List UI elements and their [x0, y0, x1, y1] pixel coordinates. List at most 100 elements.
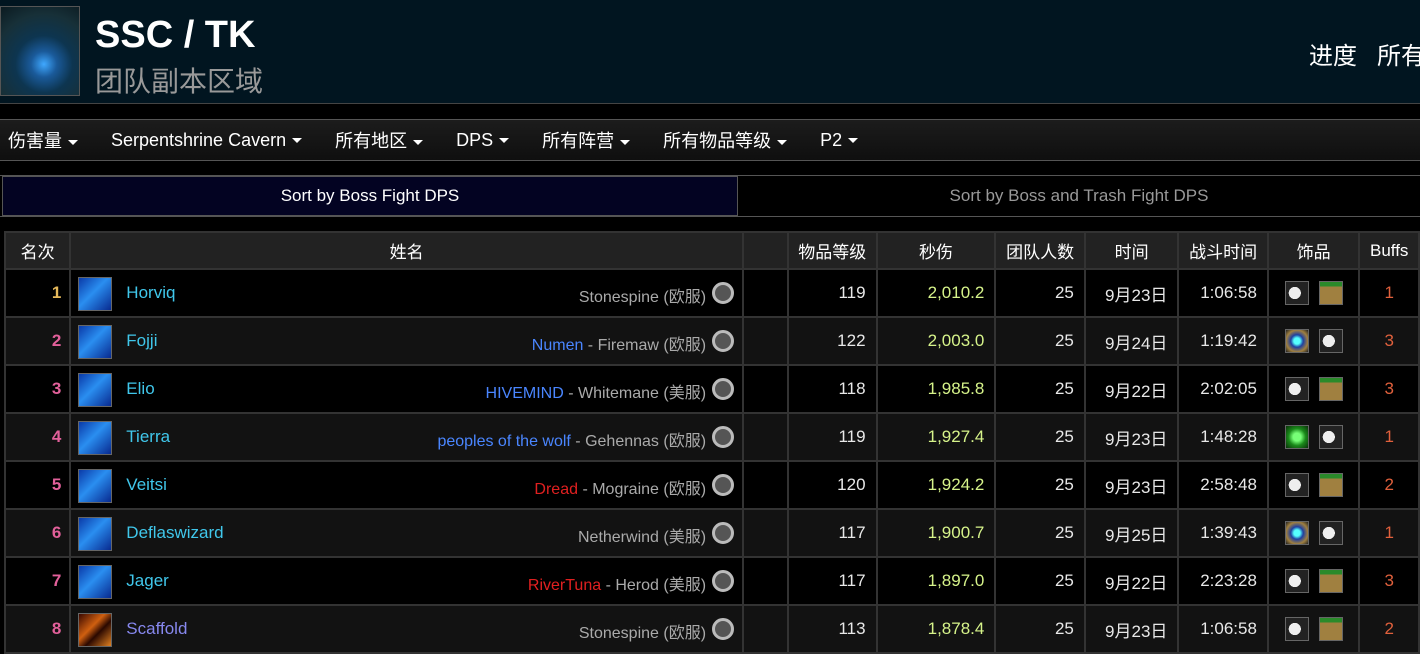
guild-link[interactable]: Numen — [532, 337, 584, 354]
realm-name[interactable]: Stonespine (欧服) — [579, 289, 706, 306]
player-name-link[interactable]: Horviq — [126, 283, 175, 303]
realm-name[interactable]: Firemaw (欧服) — [598, 337, 706, 354]
header-duration[interactable]: 战斗时间 — [1177, 231, 1269, 270]
mage-class-icon — [78, 421, 113, 455]
caret-down-icon — [777, 139, 788, 145]
header-buffs[interactable]: Buffs — [1358, 231, 1420, 270]
region-dropdown[interactable]: 所有地区 — [335, 127, 424, 153]
rank: 2 — [3, 316, 72, 366]
faction-dropdown[interactable]: 所有阵营 — [542, 127, 631, 153]
phase-dropdown[interactable]: P2 — [820, 130, 859, 151]
rank: 7 — [3, 556, 72, 606]
guild-realm: Numen - Firemaw (欧服) — [531, 337, 707, 354]
guild-realm: Dread - Mograine (欧服) — [534, 481, 707, 498]
player-name-link[interactable]: Tierra — [126, 427, 170, 447]
player-name-link[interactable]: Veitsi — [126, 475, 167, 495]
header-name[interactable]: 姓名 — [69, 231, 745, 270]
guild-realm: RiverTuna - Herod (美服) — [527, 577, 707, 594]
guild-link[interactable]: Dread — [534, 481, 578, 498]
trinkets — [1266, 604, 1361, 654]
crescent-trinket-icon[interactable] — [1284, 473, 1309, 497]
metric-dropdown[interactable]: 伤害量 — [8, 127, 78, 153]
orb-trinket-icon[interactable] — [1284, 329, 1309, 353]
player-cell: Deflaswizard Netherwind (美服) — [69, 508, 745, 558]
zone-dropdown[interactable]: Serpentshrine Cavern — [111, 130, 303, 151]
guild-link[interactable]: HIVEMIND — [486, 385, 564, 402]
duration: 2:58:48 — [1177, 460, 1269, 510]
caret-down-icon — [68, 139, 78, 145]
realm-name[interactable]: Gehennas (欧服) — [585, 433, 706, 450]
date: 9月23日 — [1083, 412, 1180, 462]
item-level-dropdown[interactable]: 所有物品等级 — [663, 127, 788, 153]
rank: 1 — [3, 268, 72, 318]
crescent-trinket-icon[interactable] — [1284, 281, 1309, 305]
player-name-link[interactable]: Jager — [126, 571, 169, 591]
guild-realm: HIVEMIND - Whitemane (美服) — [485, 385, 707, 402]
realm-name[interactable]: Netherwind (美服) — [578, 529, 706, 546]
realm-name[interactable]: Herod (美服) — [615, 577, 706, 594]
player-name-link[interactable]: Fojji — [126, 331, 157, 351]
header-item-level[interactable]: 物品等级 — [787, 231, 878, 270]
dps-value: 1,897.0 — [875, 556, 997, 606]
guild-link[interactable]: peoples of the wolf — [437, 433, 570, 450]
crescent-trinket-icon[interactable] — [1318, 329, 1343, 353]
table-row: 5 Veitsi Dread - Mograine (欧服) 120 1,924.… — [3, 460, 1420, 510]
tab-boss-trash-dps[interactable]: Sort by Boss and Trash Fight DPS — [738, 176, 1420, 216]
crescent-trinket-icon[interactable] — [1318, 425, 1343, 449]
sort-tabs: Sort by Boss Fight DPS Sort by Boss and … — [0, 175, 1420, 217]
tab-boss-dps[interactable]: Sort by Boss Fight DPS — [2, 176, 738, 216]
trinkets — [1266, 460, 1361, 510]
figurine-trinket-icon[interactable] — [1318, 281, 1343, 305]
mage-class-icon — [78, 277, 113, 311]
item-level: 120 — [787, 460, 878, 510]
progress-link[interactable]: 进度 — [1309, 43, 1357, 70]
blank-cell — [742, 508, 789, 558]
header-blank — [742, 231, 789, 270]
header-raid-size[interactable]: 团队人数 — [994, 231, 1086, 270]
zone-image — [0, 6, 80, 96]
guild-realm: Stonespine (欧服) — [579, 619, 706, 643]
green-trinket-icon[interactable] — [1284, 425, 1309, 449]
trinkets — [1266, 364, 1361, 414]
faction-icon — [712, 570, 735, 592]
player-name-link[interactable]: Scaffold — [126, 619, 187, 639]
figurine-trinket-icon[interactable] — [1318, 377, 1343, 401]
header-rank[interactable]: 名次 — [3, 231, 72, 270]
page-title: SSC / TK — [95, 14, 256, 56]
realm-name[interactable]: Whitemane (美服) — [578, 385, 706, 402]
figurine-trinket-icon[interactable] — [1318, 473, 1343, 497]
mage-class-icon — [78, 325, 113, 359]
raid-size: 25 — [994, 316, 1086, 366]
header-dps[interactable]: 秒伤 — [875, 231, 997, 270]
buffs-count: 1 — [1358, 508, 1420, 558]
realm-name[interactable]: Mograine (欧服) — [592, 481, 706, 498]
player-cell: Fojji Numen - Firemaw (欧服) — [69, 316, 745, 366]
rank: 3 — [3, 364, 72, 414]
blank-cell — [742, 604, 789, 654]
dropdown-label: 所有地区 — [335, 131, 408, 151]
crescent-trinket-icon[interactable] — [1284, 617, 1309, 641]
spec-dropdown[interactable]: DPS — [456, 130, 510, 151]
header-trinkets[interactable]: 饰品 — [1266, 231, 1361, 270]
crescent-trinket-icon[interactable] — [1284, 377, 1309, 401]
crescent-trinket-icon[interactable] — [1284, 569, 1309, 593]
dps-value: 1,924.2 — [875, 460, 997, 510]
figurine-trinket-icon[interactable] — [1318, 617, 1343, 641]
caret-down-icon — [292, 138, 303, 144]
mage-class-icon — [78, 517, 113, 551]
orb-trinket-icon[interactable] — [1284, 521, 1309, 545]
guild-link[interactable]: RiverTuna — [528, 577, 601, 594]
trinkets — [1266, 316, 1361, 366]
figurine-trinket-icon[interactable] — [1318, 569, 1343, 593]
faction-icon — [712, 378, 735, 400]
player-name-link[interactable]: Deflaswizard — [126, 523, 223, 543]
realm-name[interactable]: Stonespine (欧服) — [579, 625, 706, 642]
faction-icon — [712, 330, 735, 352]
player-name-link[interactable]: Elio — [126, 379, 154, 399]
table-row: 2 Fojji Numen - Firemaw (欧服) 122 2,003.0 … — [3, 316, 1420, 366]
crescent-trinket-icon[interactable] — [1318, 521, 1343, 545]
header-date[interactable]: 时间 — [1083, 231, 1180, 270]
buffs-count: 2 — [1358, 460, 1420, 510]
all-link[interactable]: 所有 — [1377, 43, 1420, 70]
date: 9月24日 — [1083, 316, 1180, 366]
